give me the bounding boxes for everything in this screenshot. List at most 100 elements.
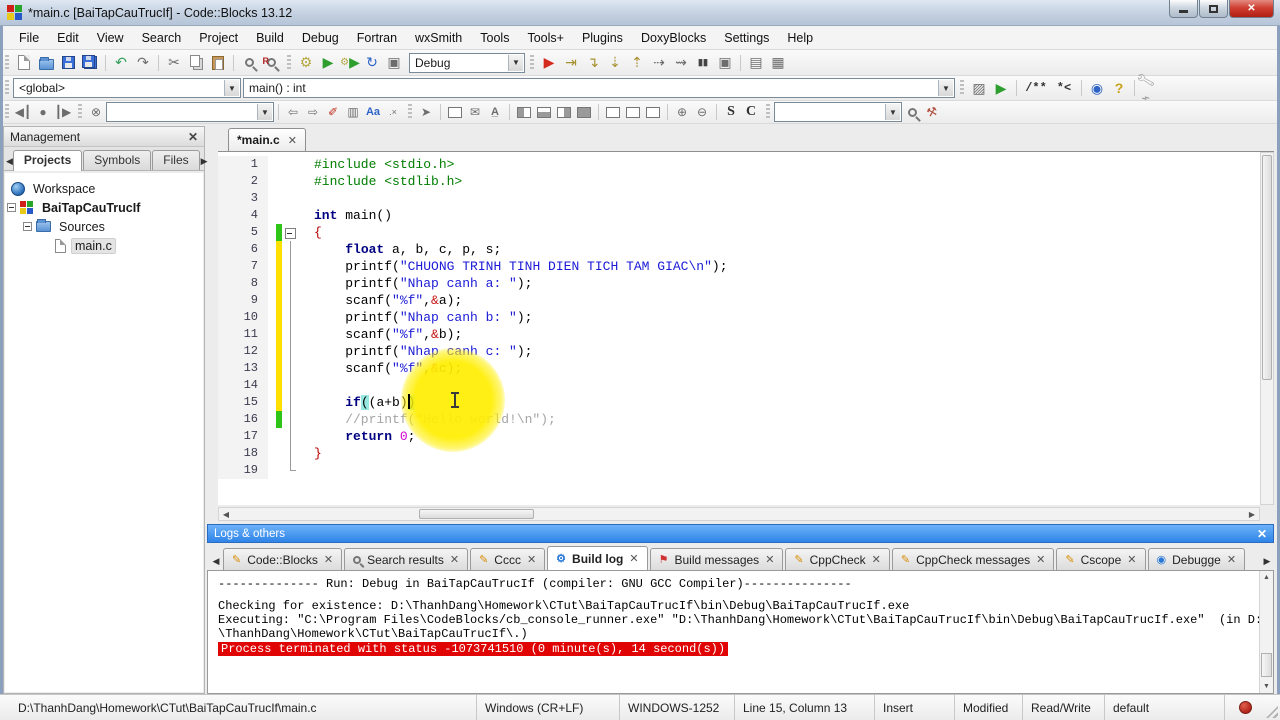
next-line-icon[interactable]: ↴ [582, 52, 604, 74]
function-select[interactable]: main() : int ▼ [243, 78, 955, 98]
resize-grip[interactable] [1266, 706, 1278, 718]
code-line[interactable]: 19 [218, 462, 1260, 479]
zoom-out-icon[interactable]: ⊖ [692, 102, 712, 122]
break-debugger-icon[interactable]: ▮▮ [692, 52, 714, 74]
menu-item-wxsmith[interactable]: wxSmith [406, 26, 471, 50]
undo-icon[interactable]: ↶ [110, 52, 132, 74]
code-line[interactable]: 11 scanf("%f",&b); [218, 326, 1260, 343]
threadsearch-options-icon[interactable]: ⚒︎ [920, 100, 944, 124]
log-tab-debugge[interactable]: ◉Debugge✕ [1148, 548, 1246, 570]
incsearch-clear-icon[interactable]: ⊗ [86, 102, 106, 122]
settings-wrench-icon[interactable]: 🔧︎⌁ [1139, 77, 1161, 99]
error-log-icon[interactable] [1239, 701, 1252, 714]
jump-home-icon[interactable]: ● [33, 102, 53, 122]
line-number[interactable]: 2 [218, 173, 268, 190]
close-icon[interactable]: ✕ [1227, 553, 1236, 566]
frame-icon[interactable] [445, 102, 465, 122]
threadsearch-input[interactable]: ▼ [774, 102, 902, 122]
close-icon[interactable]: ✕ [527, 553, 536, 566]
log-tab-build-messages[interactable]: ⚑Build messages✕ [650, 548, 784, 570]
menu-item-debug[interactable]: Debug [293, 26, 348, 50]
line-number[interactable]: 10 [218, 309, 268, 326]
jump-back-icon[interactable]: ◀┃ [13, 102, 33, 122]
letter-s-button[interactable]: S [721, 102, 741, 122]
scrollbar-thumb[interactable] [1262, 155, 1272, 380]
tab-projects[interactable]: Projects [13, 150, 82, 171]
various-info-icon[interactable]: ▦ [767, 52, 789, 74]
menu-item-edit[interactable]: Edit [48, 26, 88, 50]
jump-forward-icon[interactable]: ┃▶ [53, 102, 73, 122]
line-number[interactable]: 16 [218, 411, 268, 428]
close-icon[interactable]: ✕ [188, 130, 198, 144]
close-icon[interactable]: ✕ [1257, 527, 1267, 541]
log-tab-code-blocks[interactable]: ✎Code::Blocks✕ [223, 548, 342, 570]
help-icon[interactable]: ? [1108, 77, 1130, 99]
code-line[interactable]: 7 printf("CHUONG TRINH TINH DIEN TICH TA… [218, 258, 1260, 275]
paste-icon[interactable] [207, 52, 229, 74]
doxy-line-comment-button[interactable]: *< [1051, 77, 1077, 99]
step-into-instruction-icon[interactable]: ⇝ [670, 52, 692, 74]
zoom-in-icon[interactable]: ⊕ [672, 102, 692, 122]
doxy-block-comment-button[interactable]: /** [1021, 77, 1051, 99]
collapse-icon[interactable] [23, 222, 32, 231]
code-line[interactable]: 1#include <stdio.h> [218, 156, 1260, 173]
tab-symbols[interactable]: Symbols [83, 150, 151, 170]
menu-item-help[interactable]: Help [778, 26, 822, 50]
line-number[interactable]: 7 [218, 258, 268, 275]
dock-right-icon[interactable] [554, 102, 574, 122]
close-button[interactable]: ✕ [1229, 0, 1274, 18]
replace-icon[interactable]: R [260, 52, 282, 74]
letter-c-button[interactable]: C [741, 102, 761, 122]
line-number[interactable]: 14 [218, 377, 268, 394]
open-file-icon[interactable] [35, 52, 57, 74]
line-number[interactable]: 3 [218, 190, 268, 207]
menu-item-build[interactable]: Build [247, 26, 293, 50]
code-line[interactable]: 9 scanf("%f",&a); [218, 292, 1260, 309]
incsearch-next-icon[interactable]: ⇨ [303, 102, 323, 122]
collapse-icon[interactable] [7, 203, 16, 212]
editor-vertical-scrollbar[interactable] [1260, 152, 1274, 505]
tabs-scroll-left-icon[interactable]: ◀ [209, 552, 223, 570]
menu-item-file[interactable]: File [10, 26, 48, 50]
box-expand-icon[interactable] [603, 102, 623, 122]
find-icon[interactable] [238, 52, 260, 74]
scroll-up-icon[interactable]: ▲ [1260, 571, 1273, 584]
title-bar[interactable]: *main.c [BaiTapCauTrucIf] - Code::Blocks… [0, 0, 1280, 26]
close-icon[interactable]: ✕ [324, 553, 333, 566]
pointer-select-icon[interactable]: ➤ [416, 102, 436, 122]
editor-tab-main-c[interactable]: *main.c ✕ [228, 128, 306, 151]
scrollbar-thumb[interactable] [1261, 653, 1272, 677]
scroll-left-icon[interactable]: ◀ [219, 510, 233, 519]
abort-build-icon[interactable]: ▣ [383, 52, 405, 74]
tree-item-baitapcautrucif[interactable]: BaiTapCauTrucIf [5, 198, 203, 217]
run-icon[interactable]: ▶ [317, 52, 339, 74]
tabs-scroll-right-icon[interactable]: ▶ [1260, 552, 1274, 570]
log-tab-build-log[interactable]: ⚙Build log✕ [547, 546, 647, 570]
scroll-down-icon[interactable]: ▼ [1260, 680, 1273, 693]
debug-continue-icon[interactable]: ▶ [538, 52, 560, 74]
wxsmith-icon[interactable]: ◉ [1086, 77, 1108, 99]
menu-item-fortran[interactable]: Fortran [348, 26, 406, 50]
incsearch-highlight-icon[interactable]: ✐ [323, 102, 343, 122]
line-number[interactable]: 6 [218, 241, 268, 258]
save-icon[interactable] [57, 52, 79, 74]
line-number[interactable]: 15 [218, 394, 268, 411]
dock-fill-icon[interactable] [574, 102, 594, 122]
line-number[interactable]: 8 [218, 275, 268, 292]
box-right-icon[interactable] [643, 102, 663, 122]
fold-collapse-icon[interactable] [282, 224, 300, 241]
scroll-right-icon[interactable]: ▶ [1245, 510, 1259, 519]
code-line[interactable]: 16 //printf("Hello world!\n"); [218, 411, 1260, 428]
doxy-extract-icon[interactable]: ▨ [968, 77, 990, 99]
scrollbar-thumb[interactable] [419, 509, 534, 519]
build-target-select[interactable]: Debug ▼ [409, 53, 525, 73]
step-into-icon[interactable]: ⇣ [604, 52, 626, 74]
log-tab-search-results[interactable]: Search results✕ [344, 548, 468, 570]
editor-horizontal-scrollbar[interactable]: ◀ ▶ [218, 507, 1260, 521]
code-line[interactable]: 5{ [218, 224, 1260, 241]
tree-item-main-c[interactable]: main.c [5, 236, 203, 255]
line-number[interactable]: 4 [218, 207, 268, 224]
dock-bottom-icon[interactable] [534, 102, 554, 122]
stop-debugger-icon[interactable]: ▣ [714, 52, 736, 74]
rebuild-icon[interactable]: ↻ [361, 52, 383, 74]
